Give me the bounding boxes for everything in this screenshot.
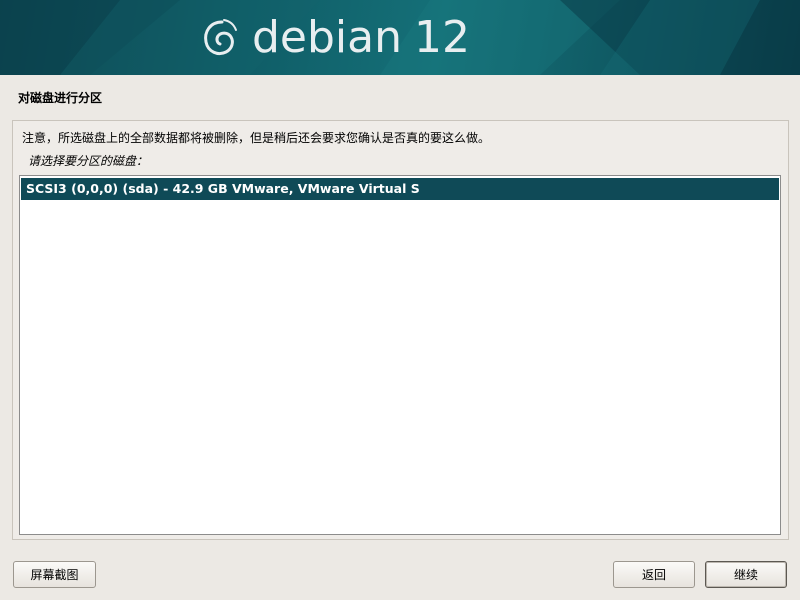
banner-brand: debian	[252, 12, 403, 63]
banner-version: 12	[414, 12, 471, 63]
select-disk-prompt: 请选择要分区的磁盘：	[28, 154, 149, 168]
back-button[interactable]: 返回	[613, 561, 695, 588]
continue-button[interactable]: 继续	[705, 561, 787, 588]
disk-listbox[interactable]: SCSI3 (0,0,0) (sda) - 42.9 GB VMware, VM…	[19, 175, 781, 535]
page-title: 对磁盘进行分区	[18, 91, 103, 105]
debian-banner: debian 12	[0, 0, 800, 75]
disk-item-sda[interactable]: SCSI3 (0,0,0) (sda) - 42.9 GB VMware, VM…	[21, 178, 779, 200]
warning-note: 注意，所选磁盘上的全部数据都将被删除，但是稍后还会要求您确认是否真的要这么做。	[22, 131, 491, 145]
screenshot-button[interactable]: 屏幕截图	[13, 561, 96, 588]
debian-logo: debian 12	[200, 10, 470, 66]
debian-swirl-icon	[204, 19, 237, 56]
